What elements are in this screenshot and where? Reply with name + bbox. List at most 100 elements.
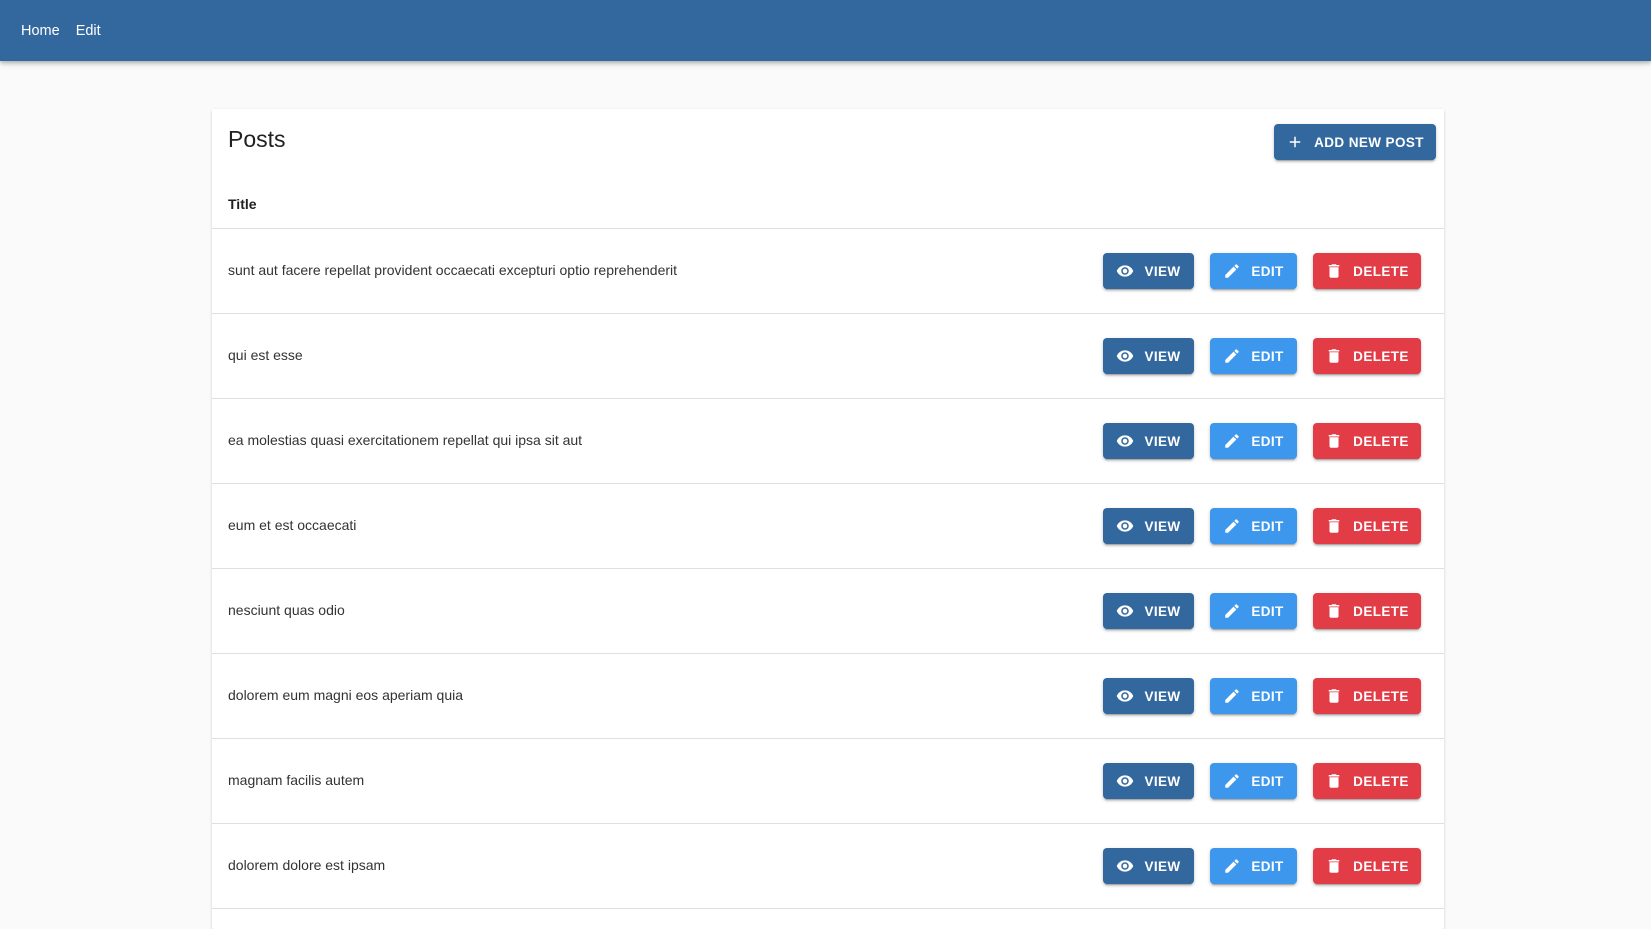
trash-icon <box>1328 349 1340 363</box>
edit-button[interactable]: EDIT <box>1210 253 1297 289</box>
view-button[interactable]: VIEW <box>1103 253 1194 289</box>
delete-button[interactable]: DELETE <box>1313 848 1421 884</box>
view-button[interactable]: VIEW <box>1103 848 1194 884</box>
eye-icon <box>1117 775 1134 787</box>
view-label: VIEW <box>1144 858 1181 874</box>
delete-button[interactable]: DELETE <box>1313 593 1421 629</box>
post-title: dolorem eum magni eos aperiam quia <box>228 687 464 703</box>
trash-icon <box>1328 519 1340 533</box>
delete-button[interactable]: DELETE <box>1313 423 1421 459</box>
add-new-post-label: ADD NEW POST <box>1314 134 1424 150</box>
trash-icon <box>1328 689 1340 703</box>
view-button[interactable]: VIEW <box>1103 593 1194 629</box>
edit-label: EDIT <box>1251 603 1284 619</box>
delete-label: DELETE <box>1353 773 1409 789</box>
delete-button[interactable]: DELETE <box>1313 508 1421 544</box>
eye-icon <box>1117 520 1134 532</box>
eye-icon <box>1117 265 1134 277</box>
row-actions: VIEW EDIT DELETE <box>1103 253 1421 289</box>
post-title: eum et est occaecati <box>228 517 357 533</box>
edit-label: EDIT <box>1251 688 1284 704</box>
card-header: Posts ADD NEW POST <box>212 109 1444 182</box>
table-row: dolorem dolore est ipsam VIEW EDIT DELET… <box>212 824 1444 909</box>
table-row: magnam facilis autem VIEW EDIT DELETE <box>212 739 1444 824</box>
view-label: VIEW <box>1144 348 1181 364</box>
view-label: VIEW <box>1144 773 1181 789</box>
table-header: Title <box>212 182 1444 229</box>
view-button[interactable]: VIEW <box>1103 508 1194 544</box>
pencil-icon <box>1225 859 1240 873</box>
delete-label: DELETE <box>1353 858 1409 874</box>
delete-button[interactable]: DELETE <box>1313 678 1421 714</box>
eye-icon <box>1117 860 1134 872</box>
post-title: sunt aut facere repellat provident occae… <box>228 262 678 278</box>
edit-button[interactable]: EDIT <box>1210 338 1297 374</box>
trash-icon <box>1328 434 1340 448</box>
view-label: VIEW <box>1144 518 1181 534</box>
edit-label: EDIT <box>1251 773 1284 789</box>
add-new-post-button[interactable]: ADD NEW POST <box>1274 124 1436 160</box>
table-row: qui est esse VIEW EDIT DELETE <box>212 314 1444 399</box>
table-row: sunt aut facere repellat provident occae… <box>212 229 1444 314</box>
view-button[interactable]: VIEW <box>1103 338 1194 374</box>
pencil-icon <box>1225 434 1240 448</box>
page-title: Posts <box>228 126 286 152</box>
view-label: VIEW <box>1144 688 1181 704</box>
delete-label: DELETE <box>1353 518 1409 534</box>
eye-icon <box>1117 605 1134 617</box>
nav-home-link[interactable]: Home <box>21 23 60 39</box>
post-title: ea molestias quasi exercitationem repell… <box>228 432 583 448</box>
column-header-title: Title <box>228 196 257 212</box>
pencil-icon <box>1225 519 1240 533</box>
delete-label: DELETE <box>1353 348 1409 364</box>
post-title: dolorem dolore est ipsam <box>228 857 386 873</box>
delete-button[interactable]: DELETE <box>1313 253 1421 289</box>
delete-label: DELETE <box>1353 688 1409 704</box>
pencil-icon <box>1225 604 1240 618</box>
pencil-icon <box>1225 689 1240 703</box>
edit-button[interactable]: EDIT <box>1210 423 1297 459</box>
pencil-icon <box>1225 774 1240 788</box>
table-row: dolorem eum magni eos aperiam quia VIEW … <box>212 654 1444 739</box>
post-title: qui est esse <box>228 347 303 363</box>
edit-label: EDIT <box>1251 348 1284 364</box>
view-label: VIEW <box>1144 263 1181 279</box>
delete-button[interactable]: DELETE <box>1313 338 1421 374</box>
trash-icon <box>1328 774 1340 788</box>
plus-icon <box>1289 136 1301 148</box>
post-title: magnam facilis autem <box>228 772 365 788</box>
pencil-icon <box>1225 264 1240 278</box>
posts-card: Posts ADD NEW POST Title sunt aut facere… <box>212 109 1444 929</box>
edit-button[interactable]: EDIT <box>1210 593 1297 629</box>
trash-icon <box>1328 859 1340 873</box>
row-actions: VIEW EDIT DELETE <box>1103 593 1421 629</box>
edit-button[interactable]: EDIT <box>1210 508 1297 544</box>
trash-icon <box>1328 604 1340 618</box>
edit-button[interactable]: EDIT <box>1210 848 1297 884</box>
eye-icon <box>1117 435 1134 447</box>
row-actions: VIEW EDIT DELETE <box>1103 423 1421 459</box>
delete-label: DELETE <box>1353 263 1409 279</box>
edit-label: EDIT <box>1251 263 1284 279</box>
table-row: nesciunt quas odio VIEW EDIT DELETE <box>212 569 1444 654</box>
edit-label: EDIT <box>1251 433 1284 449</box>
eye-icon <box>1117 690 1134 702</box>
edit-button[interactable]: EDIT <box>1210 763 1297 799</box>
delete-label: DELETE <box>1353 603 1409 619</box>
view-button[interactable]: VIEW <box>1103 678 1194 714</box>
view-button[interactable]: VIEW <box>1103 763 1194 799</box>
view-button[interactable]: VIEW <box>1103 423 1194 459</box>
row-actions: VIEW EDIT DELETE <box>1103 678 1421 714</box>
view-label: VIEW <box>1144 603 1181 619</box>
edit-label: EDIT <box>1251 518 1284 534</box>
row-actions: VIEW EDIT DELETE <box>1103 508 1421 544</box>
row-actions: VIEW EDIT DELETE <box>1103 763 1421 799</box>
post-title: nesciunt quas odio <box>228 602 345 618</box>
row-actions: VIEW EDIT DELETE <box>1103 338 1421 374</box>
pencil-icon <box>1225 349 1240 363</box>
view-label: VIEW <box>1144 433 1181 449</box>
edit-button[interactable]: EDIT <box>1210 678 1297 714</box>
trash-icon <box>1328 264 1340 278</box>
delete-button[interactable]: DELETE <box>1313 763 1421 799</box>
nav-edit-link[interactable]: Edit <box>76 23 101 39</box>
